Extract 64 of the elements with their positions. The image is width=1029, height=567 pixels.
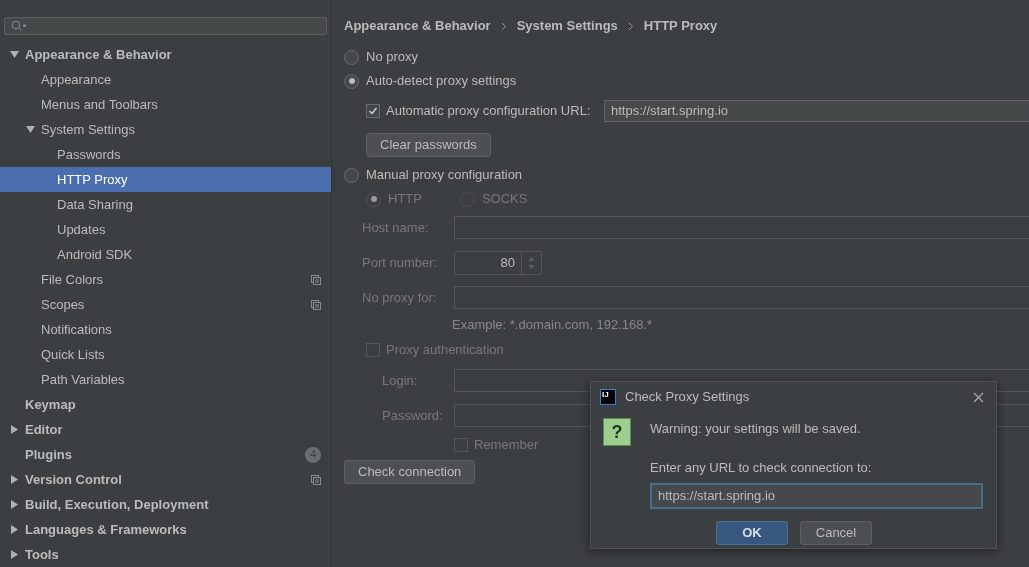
- field-label: No proxy for:: [361, 288, 438, 307]
- tree-item[interactable]: Android SDK: [0, 242, 331, 267]
- tree-item[interactable]: Version Control: [0, 467, 331, 492]
- checkbox-label: Remember: [474, 436, 539, 455]
- radio-label: SOCKS: [481, 190, 528, 209]
- app-logo-icon: IJ: [600, 389, 616, 405]
- close-icon[interactable]: [973, 391, 984, 403]
- search-field[interactable]: [4, 17, 327, 35]
- chevron-icon: [627, 21, 634, 31]
- tree-item[interactable]: Path Variables: [0, 367, 331, 392]
- radio-button[interactable]: [344, 167, 359, 183]
- clear-passwords-button[interactable]: Clear passwords: [366, 133, 491, 157]
- tree-item[interactable]: Quick Lists: [0, 342, 331, 367]
- field-label: Login:: [381, 371, 419, 390]
- field-label: Host name:: [361, 218, 430, 237]
- tree-item[interactable]: Editor: [0, 417, 331, 442]
- radio-label: Auto-detect proxy settings: [366, 72, 517, 91]
- check-connection-button[interactable]: Check connection: [344, 460, 476, 484]
- chevron-icon: [500, 21, 507, 31]
- tree-item[interactable]: Passwords: [0, 142, 331, 167]
- tree-item[interactable]: System Settings: [0, 117, 331, 142]
- tree-item[interactable]: Scopes: [0, 292, 331, 317]
- tree-item[interactable]: Notifications: [0, 317, 331, 342]
- tree-item[interactable]: Tools: [0, 542, 331, 567]
- radio-button[interactable]: [344, 73, 359, 89]
- dialog-title: Check Proxy Settings: [625, 388, 751, 407]
- tree-item[interactable]: File Colors: [0, 267, 331, 292]
- prompt-text: Enter any URL to check connection to:: [650, 458, 873, 477]
- breadcrumb-item[interactable]: HTTP Proxy: [643, 16, 718, 36]
- expand-arrow-icon[interactable]: [10, 425, 19, 434]
- checkbox-label: Proxy authentication: [386, 341, 504, 360]
- url-field[interactable]: https://start.spring.io: [604, 100, 1029, 122]
- tree-item[interactable]: Data Sharing: [0, 192, 331, 217]
- cancel-button[interactable]: Cancel: [800, 521, 872, 545]
- radio-label: Manual proxy configuration: [366, 166, 523, 185]
- tree-item[interactable]: Keymap: [0, 392, 331, 417]
- breadcrumb-item[interactable]: Appearance & Behavior: [344, 16, 491, 36]
- tree-item[interactable]: Build, Execution, Deployment: [0, 492, 331, 517]
- collapse-arrow-icon[interactable]: [10, 50, 19, 59]
- expand-arrow-icon[interactable]: [10, 500, 19, 509]
- expand-arrow-icon[interactable]: [10, 475, 19, 484]
- ok-button[interactable]: OK: [716, 521, 788, 545]
- url-field[interactable]: https://start.spring.io: [650, 483, 983, 509]
- question-icon: ?: [603, 418, 631, 446]
- radio-label: No proxy: [366, 48, 419, 67]
- tree-item[interactable]: Appearance & Behavior: [0, 42, 331, 67]
- collapse-arrow-icon[interactable]: [26, 125, 35, 134]
- tree-item[interactable]: Appearance: [0, 67, 331, 92]
- tree-item[interactable]: Updates: [0, 217, 331, 242]
- field-label: Port number:: [361, 253, 439, 272]
- radio-button[interactable]: [344, 49, 359, 65]
- checkbox[interactable]: [366, 104, 380, 118]
- field-label: Password:: [381, 406, 444, 425]
- checkbox-label: Automatic proxy configuration URL:: [386, 102, 592, 121]
- warning-text: Warning: your settings will be saved.: [650, 420, 862, 438]
- radio-label: HTTP: [388, 190, 422, 209]
- tree-item[interactable]: HTTP Proxy: [0, 167, 331, 192]
- expand-arrow-icon[interactable]: [10, 525, 19, 534]
- hint-text: Example: *.domain.com, 192.168.*: [451, 316, 654, 334]
- tree-item[interactable]: Menus and Toolbars: [0, 92, 331, 117]
- tree-item[interactable]: Languages & Frameworks: [0, 517, 331, 542]
- search-icon: [11, 20, 27, 32]
- expand-arrow-icon[interactable]: [10, 550, 19, 559]
- breadcrumb-item[interactable]: System Settings: [516, 16, 618, 36]
